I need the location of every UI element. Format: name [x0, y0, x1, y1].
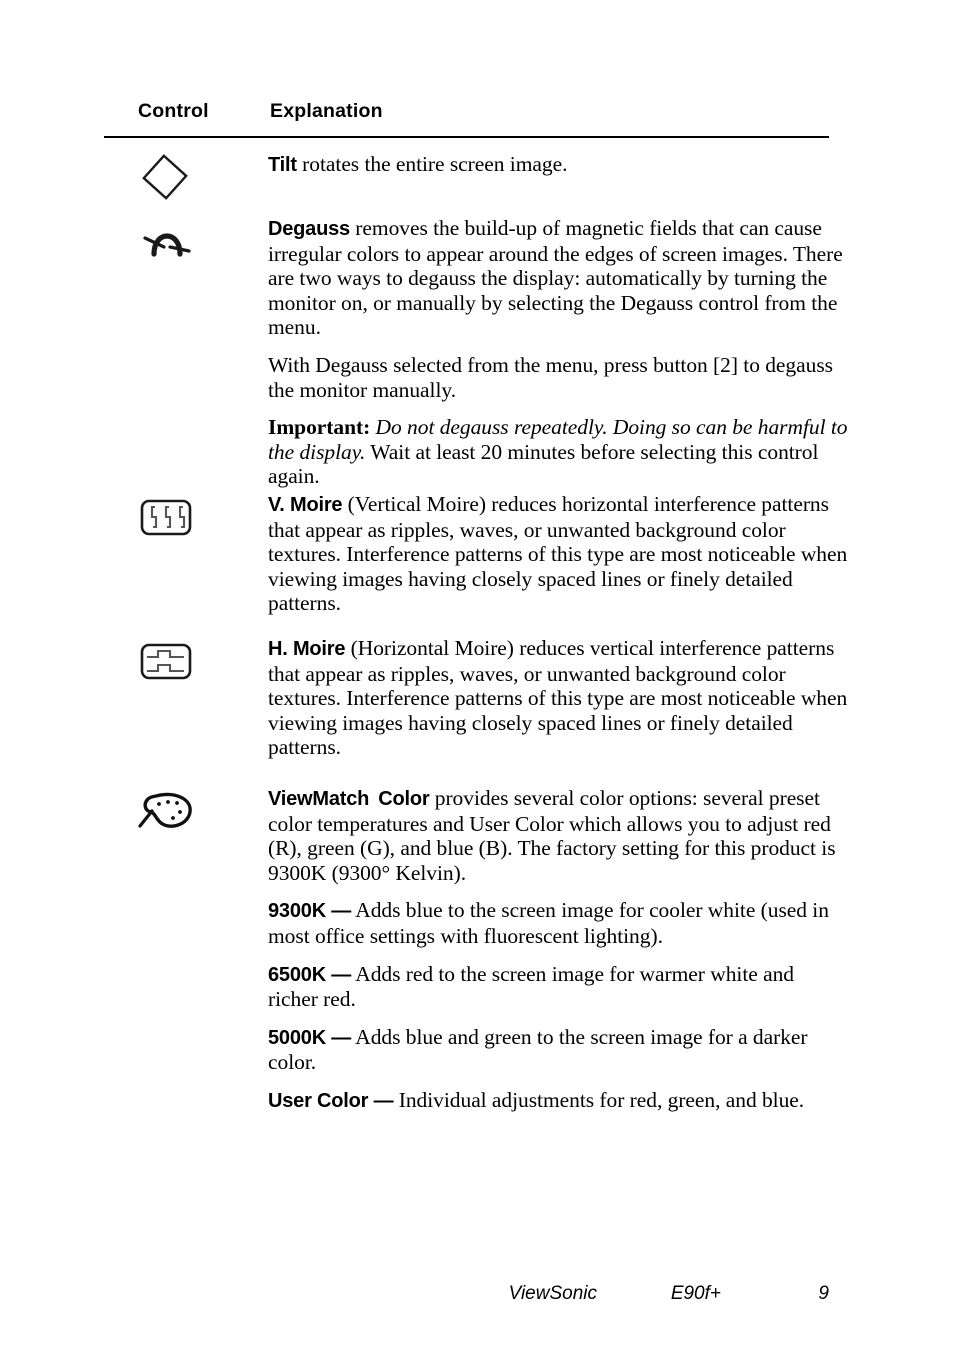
paragraph-text: removes the build-up of magnetic fields …	[268, 216, 843, 340]
table-header: Control Explanation	[104, 100, 828, 134]
row-body: V. Moire (Vertical Moire) reduces horizo…	[268, 492, 848, 616]
term-label: ViewMatch	[268, 788, 370, 810]
paragraph-text: rotates the entire screen image.	[296, 152, 568, 176]
term-label: Degauss	[268, 218, 350, 240]
row-body: Degauss removes the build-up of magnetic…	[268, 216, 848, 489]
paragraph-6500k: 6500K — Adds red to the screen image for…	[268, 962, 848, 1012]
horizontal-moire-icon	[132, 636, 202, 696]
page-footer: ViewSonic E90f+ 9	[104, 1283, 829, 1309]
footer-brand: ViewSonic	[508, 1283, 597, 1304]
term-label: V. Moire	[268, 494, 343, 516]
term-label: H. Moire	[268, 638, 346, 660]
term-label: 6500K —	[268, 963, 352, 986]
vertical-moire-icon	[132, 492, 202, 552]
viewmatch-palette-icon	[132, 786, 202, 846]
term-label: User Color —	[268, 1089, 394, 1112]
paragraph: Degauss removes the build-up of magnetic…	[268, 216, 848, 340]
term-label-secondary: Color	[378, 788, 430, 810]
manual-page: Control Explanation Tilt rotates the ent…	[0, 0, 954, 1351]
paragraph: With Degauss selected from the menu, pre…	[268, 353, 848, 402]
paragraph-text: Individual adjustments for red, green, a…	[393, 1087, 805, 1112]
paragraph-important: Important: Do not degauss repeatedly. Do…	[268, 415, 848, 489]
degauss-magnet-icon	[132, 216, 202, 276]
paragraph-user-color: User Color — Individual adjustments for …	[268, 1088, 848, 1114]
column-header-explanation: Explanation	[270, 100, 383, 122]
paragraph: H. Moire (Horizontal Moire) reduces vert…	[268, 636, 848, 760]
paragraph-5000k: 5000K — Adds blue and green to the scree…	[268, 1025, 848, 1075]
footer-page-number: 9	[818, 1283, 829, 1304]
paragraph-text: (Horizontal Moire) reduces vertical inte…	[268, 636, 848, 760]
paragraph: Tilt rotates the entire screen image.	[268, 152, 848, 178]
paragraph-9300k: 9300K — Adds blue to the screen image fo…	[268, 898, 848, 948]
term-label: 5000K —	[268, 1026, 352, 1049]
term-label: 9300K —	[268, 900, 352, 923]
header-divider-rule	[104, 136, 829, 138]
paragraph-text: (Vertical Moire) reduces horizontal inte…	[268, 492, 848, 616]
term-label: Tilt	[268, 154, 297, 176]
column-header-control: Control	[138, 100, 209, 122]
paragraph: V. Moire (Vertical Moire) reduces horizo…	[268, 492, 848, 616]
paragraph: ViewMatch Color provides several color op…	[268, 786, 848, 885]
important-label: Important:	[268, 415, 371, 440]
paragraph-text: With Degauss selected from the menu, pre…	[268, 352, 833, 402]
footer-model: E90f+	[670, 1283, 721, 1304]
row-body: H. Moire (Horizontal Moire) reduces vert…	[268, 636, 848, 760]
row-body: ViewMatch Color provides several color op…	[268, 786, 848, 1114]
paragraph-text: Adds blue to the screen image for cooler…	[268, 898, 829, 948]
diamond-tilt-icon	[132, 152, 202, 212]
row-body: Tilt rotates the entire screen image.	[268, 152, 848, 178]
